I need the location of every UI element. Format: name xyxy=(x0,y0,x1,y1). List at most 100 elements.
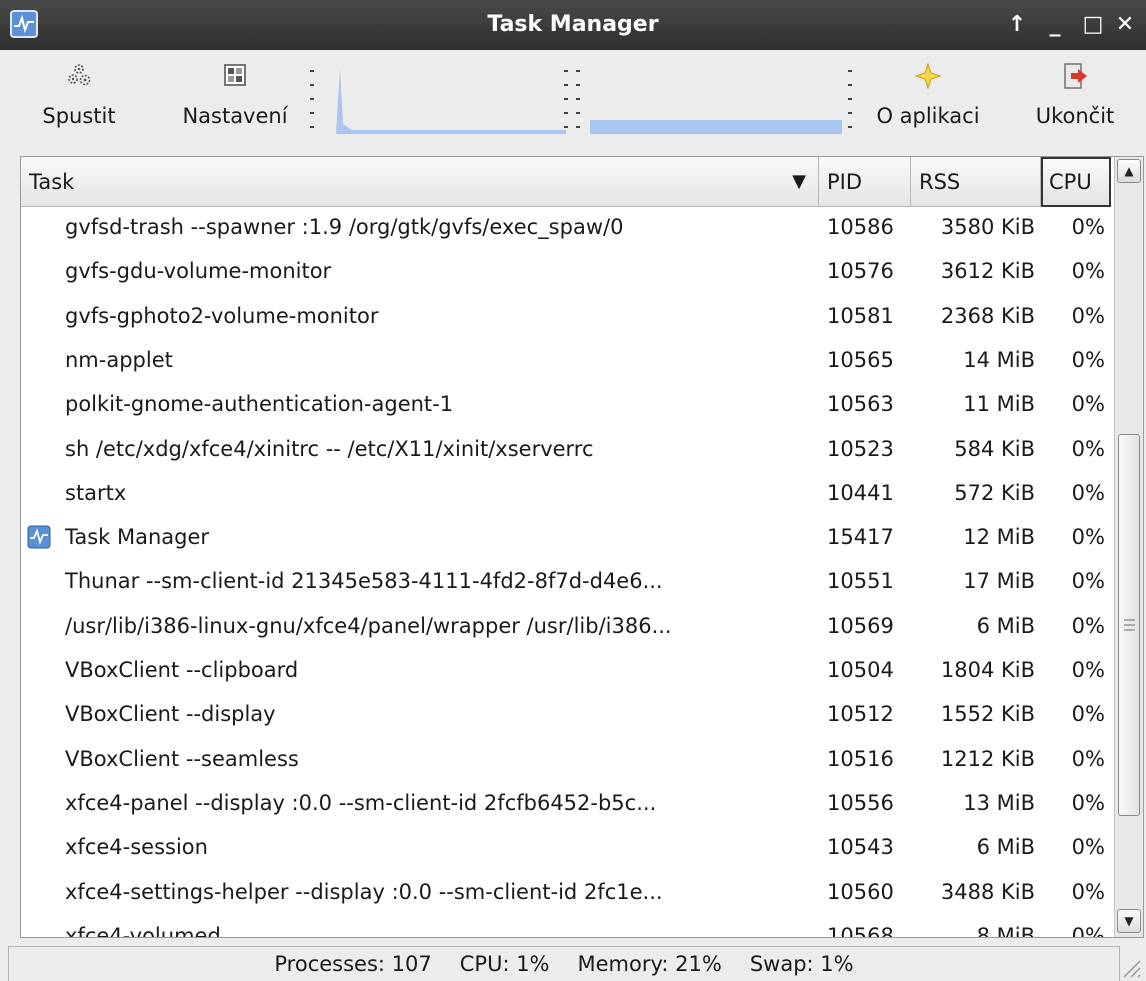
toolbar: Spustit Nastavení O aplikaci Ukončit xyxy=(0,50,1146,144)
task-name: VBoxClient --display xyxy=(65,702,276,727)
cpu-history-plot xyxy=(336,68,566,134)
table-row[interactable]: gvfs-gphoto2-volume-monitor 10581 2368 KiB… xyxy=(21,296,1114,336)
task-name: startx xyxy=(65,480,127,505)
about-label: O aplikaci xyxy=(876,104,980,128)
scrollbar-thumb[interactable] xyxy=(1118,434,1140,816)
task-pid: 10569 xyxy=(827,613,894,638)
task-name: Task Manager xyxy=(65,525,210,550)
task-cpu: 0% xyxy=(1071,613,1105,638)
task-rss: 2368 KiB xyxy=(940,303,1035,328)
status-cpu: CPU: 1% xyxy=(459,952,550,976)
scroll-down-button[interactable]: ▼ xyxy=(1117,909,1141,933)
table-row[interactable]: xfce4-panel --display :0.0 --sm-client-i… xyxy=(21,783,1114,823)
task-cpu: 0% xyxy=(1071,436,1105,461)
task-rss: 8 MiB xyxy=(976,923,1035,938)
task-rss: 1804 KiB xyxy=(940,658,1035,682)
table-row[interactable]: startx 10441 572 KiB 0% xyxy=(21,473,1114,513)
table-row[interactable]: VBoxClient --seamless 10516 1212 KiB 0% xyxy=(21,739,1114,779)
table-row[interactable]: sh /etc/xdg/xfce4/xinitrc -- /etc/X11/xi… xyxy=(21,429,1114,469)
task-name: sh /etc/xdg/xfce4/xinitrc -- /etc/X11/xi… xyxy=(65,436,594,461)
process-table[interactable]: Task ▼ PID RSS CPU gvfsd-trash --spawner… xyxy=(20,156,1144,938)
table-row[interactable]: Task Manager 15417 12 MiB 0% xyxy=(21,517,1114,557)
task-pid: 10556 xyxy=(827,790,894,815)
cpu-graph xyxy=(310,64,568,134)
task-cpu: 0% xyxy=(1071,525,1105,550)
column-header-pid[interactable]: PID xyxy=(819,157,911,207)
task-cpu: 0% xyxy=(1071,347,1105,372)
title-bar[interactable]: Task Manager ↑ _ □ ✕ xyxy=(0,0,1146,50)
status-swap: Swap: 1% xyxy=(749,952,854,976)
task-pid: 10563 xyxy=(827,392,894,417)
column-header-task-label: Task xyxy=(29,170,75,194)
task-rss: 14 MiB xyxy=(963,347,1035,372)
graph-ticks xyxy=(564,64,568,134)
task-cpu: 0% xyxy=(1071,702,1105,727)
close-button[interactable]: ✕ xyxy=(1110,0,1140,50)
task-rss: 6 MiB xyxy=(976,835,1035,860)
task-rss: 3488 KiB xyxy=(940,879,1035,904)
task-pid: 10568 xyxy=(827,923,894,938)
task-pid: 10504 xyxy=(827,658,894,682)
table-row[interactable]: nm-applet 10565 14 MiB 0% xyxy=(21,340,1114,380)
grip-icon xyxy=(1124,619,1135,631)
table-header: Task ▼ PID RSS CPU xyxy=(21,157,1114,207)
memory-graph xyxy=(576,64,852,134)
exit-icon xyxy=(1064,63,1087,89)
table-row[interactable]: polkit-gnome-authentication-agent-1 10563… xyxy=(21,384,1114,424)
keep-above-button[interactable]: ↑ xyxy=(1002,0,1032,50)
task-rss: 584 KiB xyxy=(954,436,1035,461)
table-row[interactable]: VBoxClient --clipboard 10504 1804 KiB 0% xyxy=(21,650,1114,690)
column-header-task[interactable]: Task ▼ xyxy=(21,157,819,207)
graph-ticks xyxy=(848,64,852,134)
settings-label: Nastavení xyxy=(182,104,288,128)
table-row[interactable]: VBoxClient --display 10512 1552 KiB 0% xyxy=(21,694,1114,734)
column-header-rss[interactable]: RSS xyxy=(911,157,1041,207)
task-name: gvfs-gdu-volume-monitor xyxy=(65,259,332,284)
preferences-icon xyxy=(224,64,246,86)
minimize-button[interactable]: _ xyxy=(1040,0,1070,50)
settings-button[interactable]: Nastavení xyxy=(160,62,310,138)
resize-grip-icon[interactable] xyxy=(1118,955,1142,979)
task-pid: 10576 xyxy=(827,259,894,284)
scroll-up-button[interactable]: ▲ xyxy=(1117,159,1141,183)
task-pid: 10565 xyxy=(827,347,894,372)
table-row[interactable]: /usr/lib/i386-linux-gnu/xfce4/panel/wrap… xyxy=(21,606,1114,646)
table-row[interactable]: Thunar --sm-client-id 21345e583-4111-4fd… xyxy=(21,561,1114,601)
table-row[interactable]: gvfsd-trash --spawner :1.9 /org/gtk/gvfs… xyxy=(21,207,1114,247)
graph-ticks xyxy=(576,64,580,134)
quit-button[interactable]: Ukončit xyxy=(1008,62,1142,138)
task-cpu: 0% xyxy=(1071,790,1105,815)
task-name: xfce4-volumed xyxy=(65,923,221,938)
vertical-scrollbar[interactable]: ▲ ▼ xyxy=(1114,157,1143,937)
task-cpu: 0% xyxy=(1071,746,1105,771)
memory-history-plot xyxy=(590,120,842,134)
task-pid: 10516 xyxy=(827,746,894,771)
graph-ticks xyxy=(310,64,314,134)
task-name: VBoxClient --clipboard xyxy=(65,658,299,682)
table-row[interactable]: xfce4-session 10543 6 MiB 0% xyxy=(21,827,1114,867)
run-button[interactable]: Spustit xyxy=(20,62,138,138)
task-rss: 11 MiB xyxy=(963,392,1035,417)
about-button[interactable]: O aplikaci xyxy=(858,62,998,138)
task-rss: 1552 KiB xyxy=(940,702,1035,727)
table-row[interactable]: xfce4-settings-helper --display :0.0 --s… xyxy=(21,872,1114,912)
table-row[interactable]: xfce4-volumed 10568 8 MiB 0% xyxy=(21,916,1114,938)
task-name: Thunar --sm-client-id 21345e583-4111-4fd… xyxy=(65,569,663,594)
task-pid: 10586 xyxy=(827,215,894,239)
task-rss: 1212 KiB xyxy=(940,746,1035,771)
maximize-button[interactable]: □ xyxy=(1078,0,1108,50)
task-pid: 15417 xyxy=(827,525,894,550)
task-rss: 13 MiB xyxy=(963,790,1035,815)
task-manager-icon xyxy=(27,525,51,549)
task-rss: 3580 KiB xyxy=(940,215,1035,239)
status-memory: Memory: 21% xyxy=(577,952,722,976)
column-header-cpu[interactable]: CPU xyxy=(1041,157,1111,207)
task-cpu: 0% xyxy=(1071,392,1105,417)
task-cpu: 0% xyxy=(1071,879,1105,904)
quit-label: Ukončit xyxy=(1035,104,1115,128)
task-pid: 10560 xyxy=(827,879,894,904)
table-row[interactable]: gvfs-gdu-volume-monitor 10576 3612 KiB 0% xyxy=(21,251,1114,291)
task-pid: 10441 xyxy=(827,480,894,505)
task-pid: 10551 xyxy=(827,569,894,594)
task-rss: 572 KiB xyxy=(954,480,1035,505)
